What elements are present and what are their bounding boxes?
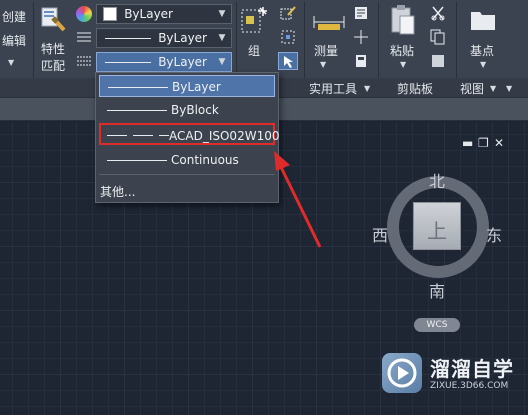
measure-label[interactable]: 测量 (314, 42, 338, 59)
quick-select-icon[interactable] (354, 6, 368, 20)
cube-face-label: 上 (427, 219, 447, 243)
create-label[interactable]: 创建 (2, 8, 26, 25)
match-properties-label-2[interactable]: 匹配 (41, 57, 65, 74)
compass-north[interactable]: 北 (429, 168, 445, 192)
linetype-icon[interactable] (76, 30, 92, 44)
linetype-option-byblock[interactable]: ByBlock (99, 99, 275, 121)
paste-special-icon[interactable] (430, 53, 446, 69)
panel-clipboard[interactable]: 剪贴板 (397, 80, 433, 97)
option-label: ACAD_ISO02W100 (169, 129, 280, 143)
color-wheel-icon[interactable] (76, 6, 92, 22)
group-select-icon[interactable] (278, 52, 298, 70)
base-label[interactable]: 基点 (470, 42, 494, 59)
paste-label[interactable]: 粘贴 (390, 42, 414, 59)
cut-icon[interactable] (430, 5, 446, 21)
option-label: ByLayer (172, 80, 221, 94)
paste-icon[interactable] (390, 4, 416, 36)
chevron-down-icon[interactable]: ▼ (480, 60, 486, 69)
color-swatch (103, 7, 117, 21)
linetype-combo[interactable]: ByLayer ▼ (96, 28, 232, 48)
color-combo[interactable]: ByLayer ▼ (96, 4, 232, 24)
compass-south[interactable]: 南 (429, 278, 445, 302)
match-properties-label-1[interactable]: 特性 (41, 40, 65, 57)
watermark-title: 溜溜自学 (430, 357, 514, 381)
watermark: 溜溜自学 ZIXUE.3D66.COM (378, 349, 528, 405)
dashed-linetype-preview (107, 135, 169, 136)
chevron-down-icon[interactable]: ▼ (364, 84, 370, 93)
chevron-down-icon[interactable]: ▼ (213, 29, 231, 47)
linetype-combo-value: ByLayer (158, 31, 207, 45)
wcs-menu[interactable]: WCS (414, 318, 460, 332)
dropdown-separator (99, 174, 275, 175)
watermark-url: ZIXUE.3D66.COM (430, 381, 509, 391)
option-label: Continuous (171, 153, 239, 167)
base-point-icon[interactable] (468, 8, 498, 34)
group-edit-icon[interactable] (280, 5, 296, 21)
lineweight-combo-value: ByLayer (158, 55, 207, 69)
chevron-down-icon[interactable]: ▼ (490, 84, 496, 93)
color-combo-value: ByLayer (124, 7, 173, 21)
watermark-logo-icon (382, 353, 422, 393)
point-icon[interactable] (354, 30, 368, 44)
viewcube[interactable]: 上 北 南 西 东 WCS (368, 158, 508, 332)
chevron-down-icon[interactable]: ▼ (213, 5, 231, 23)
option-label: ByBlock (171, 103, 219, 117)
chevron-down-icon[interactable]: ▼ (213, 53, 231, 71)
linetype-option-bylayer[interactable]: ByLayer (99, 75, 275, 97)
chevron-down-icon[interactable]: ▼ (320, 60, 326, 69)
linetype-preview (107, 110, 167, 111)
lineweight-icon[interactable] (76, 54, 92, 68)
linetype-other-option[interactable]: 其他... (100, 183, 135, 200)
compass-east[interactable]: 东 (486, 222, 502, 246)
lineweight-combo[interactable]: ByLayer ▼ (96, 52, 232, 72)
minimize-icon[interactable]: ▬ (462, 136, 473, 150)
compass-west[interactable]: 西 (372, 222, 388, 246)
linetype-dropdown-list[interactable]: ByLayer ByBlock ACAD_ISO02W100 Continuou… (95, 72, 279, 203)
match-properties-icon[interactable] (40, 6, 66, 32)
chevron-down-icon[interactable]: ▼ (8, 58, 14, 67)
measure-icon[interactable] (312, 8, 346, 34)
group-icon[interactable] (240, 6, 268, 36)
panel-utilities[interactable]: 实用工具 (309, 80, 357, 97)
edit-label[interactable]: 编辑 (2, 32, 26, 49)
annotation-arrow-icon (274, 151, 322, 248)
chevron-down-icon[interactable]: ▼ (506, 84, 512, 93)
close-icon[interactable]: ✕ (494, 136, 504, 150)
copy-icon[interactable] (430, 29, 446, 45)
calculator-icon[interactable] (354, 54, 368, 68)
linetype-preview (108, 87, 168, 88)
panel-view[interactable]: 视图 (460, 80, 484, 97)
ungroup-icon[interactable] (280, 29, 296, 45)
cube-top-face[interactable]: 上 (413, 202, 461, 250)
lineweight-preview (105, 62, 151, 63)
group-label[interactable]: 组 (248, 42, 260, 59)
linetype-option-continuous[interactable]: Continuous (99, 149, 275, 171)
linetype-preview (107, 160, 167, 161)
chevron-down-icon[interactable]: ▼ (400, 60, 406, 69)
restore-icon[interactable]: ❐ (478, 136, 489, 150)
linetype-option-acad-iso02w100[interactable]: ACAD_ISO02W100 (99, 123, 279, 145)
linetype-preview (105, 38, 151, 39)
